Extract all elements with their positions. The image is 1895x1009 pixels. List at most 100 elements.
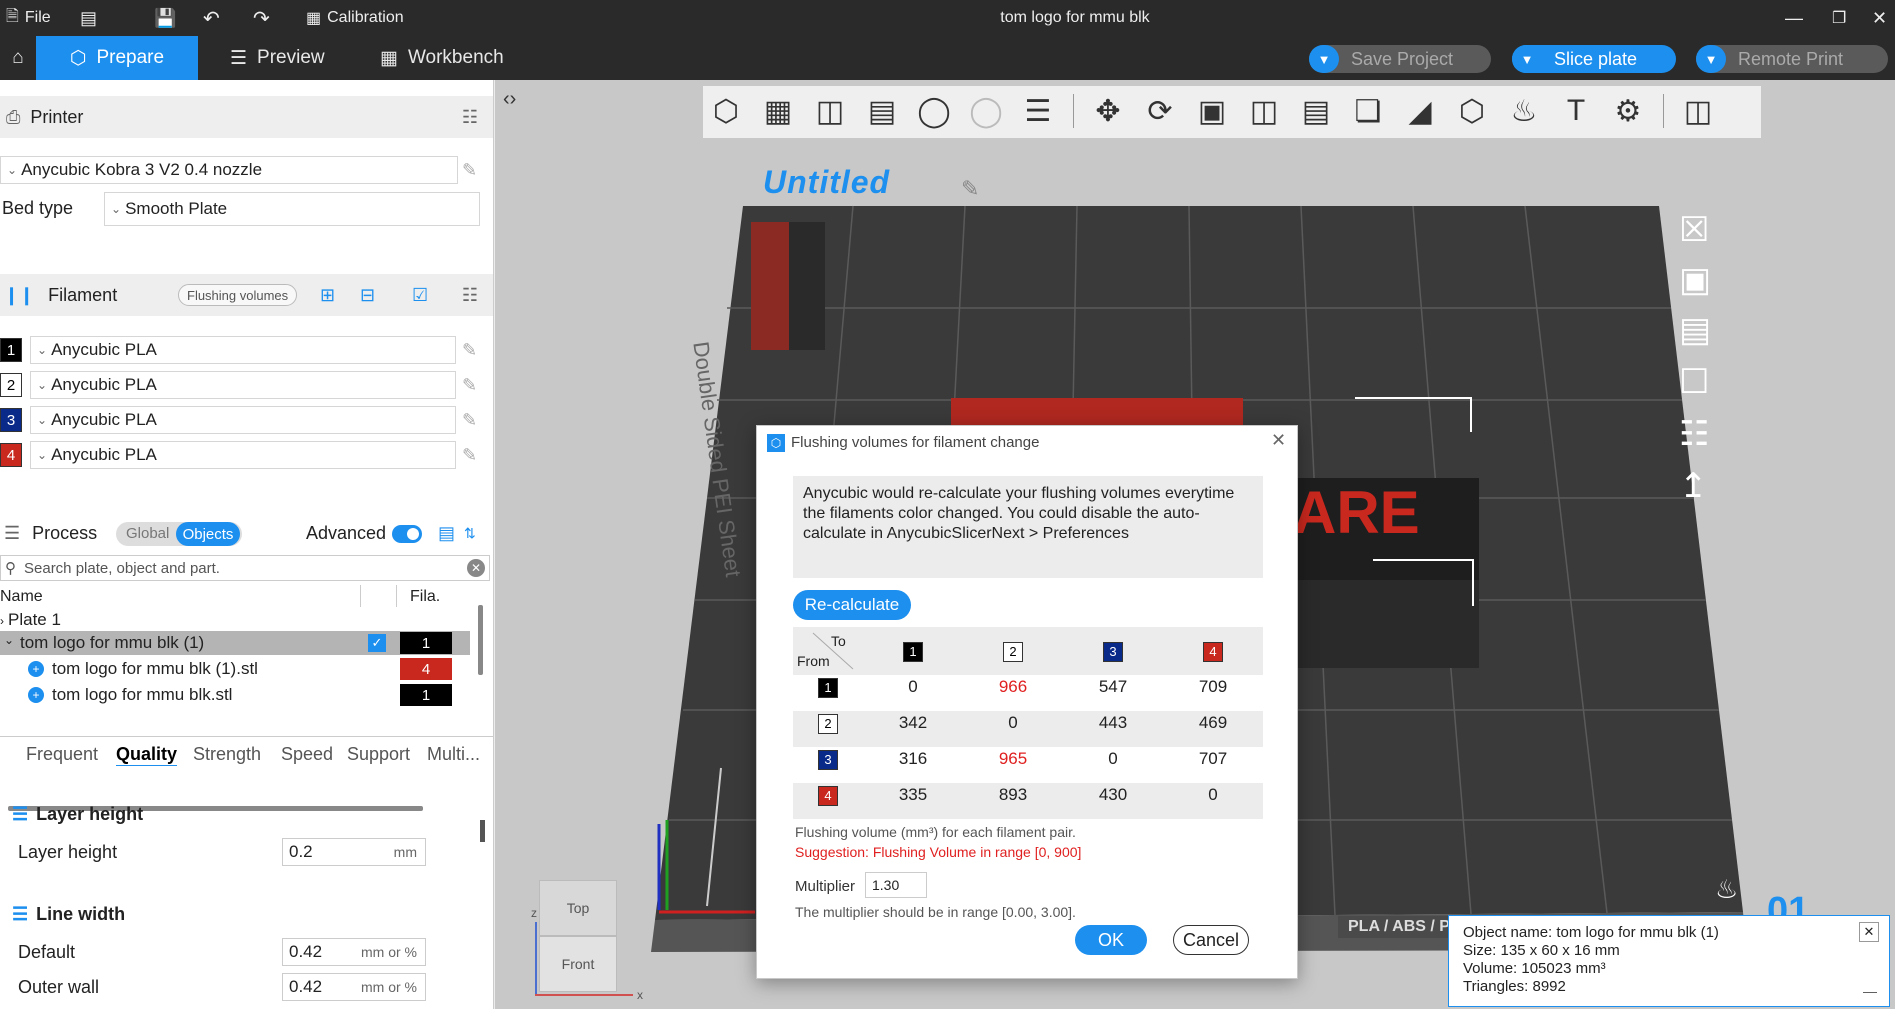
filament-cell[interactable]: 1 [400,632,452,654]
minimize-icon[interactable]: — [1863,982,1877,1000]
filament-select-1[interactable]: ⌄ Anycubic PLA [30,336,456,364]
close-window-icon[interactable]: ✕ [1872,0,1887,36]
filament-select-2[interactable]: ⌄ Anycubic PLA [30,371,456,399]
view-cube[interactable]: Top Front [539,880,617,1006]
matrix-cell[interactable]: 707 [1163,741,1263,777]
home-icon[interactable]: ⌂ [0,36,36,80]
printer-select[interactable]: ⌄ Anycubic Kobra 3 V2 0.4 nozzle [0,156,458,184]
tab-quality[interactable]: Quality [116,744,177,765]
lock-icon[interactable]: ☐ [1679,362,1709,402]
settings-sliders-icon[interactable]: ☷ [462,285,478,306]
view-front[interactable]: Front [539,936,617,992]
plate-row[interactable]: › Plate 1 [0,610,61,630]
sort-icon[interactable]: ⇅ [464,525,476,542]
tab-multi[interactable]: Multi... [427,744,480,765]
filament-swatch-3[interactable]: 3 [0,408,22,432]
calibration-menu[interactable]: ▦ Calibration [306,0,404,36]
matrix-cell[interactable]: 966 [963,669,1063,705]
table-row[interactable]: + tom logo for mmu blk.stl 1 [0,683,470,707]
save-icon[interactable]: 💾 [154,0,176,36]
slice-plate-button[interactable]: ▼ Slice plate [1512,45,1676,73]
advanced-switch[interactable] [392,525,422,543]
table-row[interactable]: + tom logo for mmu blk (1).stl 4 [0,657,470,681]
arrange-icon[interactable]: ▤ [1679,310,1711,350]
matrix-cell[interactable]: 316 [863,741,963,777]
save-project-button[interactable]: ▼ Save Project [1309,45,1491,73]
restore-icon[interactable]: ❐ [1832,0,1846,36]
redo-icon[interactable]: ↷ [253,0,270,36]
matrix-cell[interactable]: 430 [1063,777,1163,813]
plate-type-badge[interactable]: PLA / ABS / P [1338,916,1460,938]
clear-icon[interactable]: ✕ [467,559,485,577]
menu-icon[interactable]: ▤ [80,0,97,36]
edit-icon[interactable]: ✎ [462,160,484,182]
matrix-cell[interactable]: 469 [1163,705,1263,741]
undo-icon[interactable]: ↶ [203,0,220,36]
view-top[interactable]: Top [539,880,617,936]
delete-icon[interactable]: ☒ [1679,210,1709,250]
matrix-cell[interactable]: 0 [1063,741,1163,777]
edit-icon[interactable]: ✎ [462,375,484,397]
close-icon[interactable]: ✕ [1271,430,1286,451]
ok-button[interactable]: OK [1075,925,1147,955]
cancel-button[interactable]: Cancel [1173,925,1249,955]
chevron-down-icon[interactable]: ▼ [1512,45,1542,73]
file-menu[interactable]: 🗎 File [6,0,51,36]
visible-checkbox[interactable]: ✓ [368,634,386,652]
recalculate-button[interactable]: Re-calculate [793,590,911,620]
matrix-cell[interactable]: 443 [1063,705,1163,741]
tab-speed[interactable]: Speed [281,744,333,765]
remove-filament-icon[interactable]: ⊟ [360,285,375,306]
objects-toggle[interactable]: Objects [176,522,240,546]
close-icon[interactable]: ✕ [1859,922,1879,942]
matrix-cell[interactable]: 342 [863,705,963,741]
search-box[interactable]: ⚲ Search plate, object and part. ✕ [0,555,490,581]
model-text[interactable]: ARE [1293,478,1420,547]
matrix-cell[interactable]: 0 [863,669,963,705]
edit-icon[interactable]: ✎ [462,340,484,362]
filament-swatch-4[interactable]: 4 [0,443,22,467]
remote-print-button[interactable]: ▼ Remote Print [1696,45,1888,73]
chevron-down-icon[interactable]: ▼ [1696,45,1726,73]
filament-cell[interactable]: 1 [400,684,452,706]
sync-filament-icon[interactable]: ☑ [412,285,428,306]
tab-preview[interactable]: ☰ Preview [230,36,325,80]
tab-frequent[interactable]: Frequent [26,744,98,765]
outer-wall-input[interactable]: 0.42 mm or % [282,973,426,1001]
matrix-cell[interactable]: 0 [963,705,1063,741]
global-toggle[interactable]: Global [126,525,169,542]
matrix-cell[interactable]: 709 [1163,669,1263,705]
filament-swatch-2[interactable]: 2 [0,373,22,397]
chevron-down-icon[interactable]: ▼ [1309,45,1339,73]
matrix-cell[interactable]: 335 [863,777,963,813]
settings-sliders-icon[interactable]: ☷ [462,107,478,128]
bed-type-select[interactable]: ⌄ Smooth Plate [104,192,480,226]
flushing-volumes-button[interactable]: Flushing volumes [178,284,298,306]
matrix-cell[interactable]: 965 [963,741,1063,777]
search-input[interactable]: Search plate, object and part. [24,560,220,577]
export-icon[interactable]: ↥ [1679,466,1708,506]
list-icon[interactable]: ▤ [438,523,455,544]
edit-icon[interactable]: ✎ [462,445,484,467]
matrix-cell[interactable]: 893 [963,777,1063,813]
edit-icon[interactable]: ✎ [462,410,484,432]
plate-settings-icon[interactable]: ☷ [1679,414,1709,454]
tab-workbench[interactable]: ▦ Workbench [380,36,504,80]
default-width-input[interactable]: 0.42 mm or % [282,938,426,966]
auto-place-icon[interactable]: ▣ [1679,260,1711,300]
filament-swatch-1[interactable]: 1 [0,338,22,362]
tab-strength[interactable]: Strength [193,744,261,765]
table-row[interactable]: ⌄ tom logo for mmu blk (1) ✓ 1 [0,631,470,655]
add-filament-icon[interactable]: ⊞ [320,285,335,306]
tab-support[interactable]: Support [347,744,410,765]
matrix-cell[interactable]: 547 [1063,669,1163,705]
tab-prepare[interactable]: ⬡ Prepare [36,36,198,80]
matrix-cell[interactable]: 0 [1163,777,1263,813]
multiplier-input[interactable]: 1.30 [865,872,927,898]
layer-height-input[interactable]: 0.2 mm [282,838,426,866]
filament-select-4[interactable]: ⌄ Anycubic PLA [30,441,456,469]
minimize-icon[interactable]: — [1785,0,1803,36]
vertical-scrollbar[interactable] [478,605,483,675]
filament-cell[interactable]: 4 [400,658,452,680]
filament-select-3[interactable]: ⌄ Anycubic PLA [30,406,456,434]
